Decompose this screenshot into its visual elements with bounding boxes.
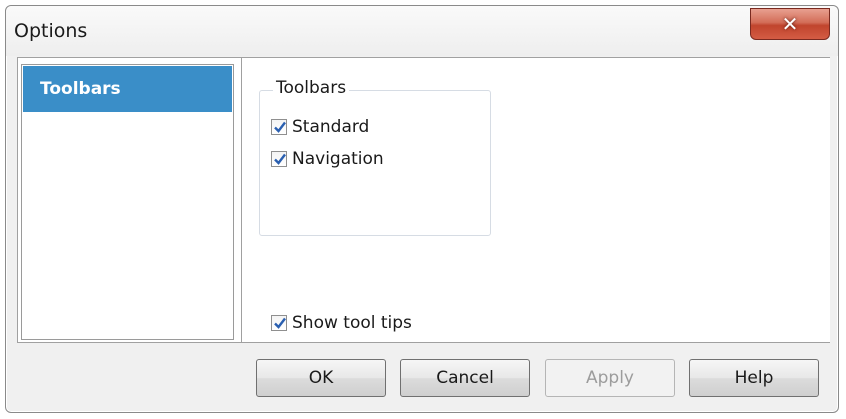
category-item-toolbars[interactable]: Toolbars	[23, 66, 232, 112]
standard-toolbar-option[interactable]: Standard	[271, 117, 369, 137]
show-tooltips-checkbox[interactable]	[271, 315, 287, 331]
standard-checkbox[interactable]	[271, 119, 287, 135]
category-item-label: Toolbars	[40, 79, 121, 99]
standard-label: Standard	[292, 117, 370, 137]
toolbars-settings-panel: Toolbars Standard Navigation Show tool t…	[241, 58, 830, 342]
show-tooltips-option[interactable]: Show tool tips	[271, 313, 412, 333]
options-dialog: Options ✕ Toolbars Toolbars Standard Nav…	[5, 5, 839, 413]
window-title: Options	[14, 20, 88, 42]
groupbox-title: Toolbars	[273, 78, 350, 98]
help-button[interactable]: Help	[689, 359, 819, 397]
checkmark-icon	[274, 317, 286, 329]
options-category-list[interactable]: Toolbars	[21, 64, 234, 340]
show-tooltips-label: Show tool tips	[292, 313, 412, 333]
checkmark-icon	[274, 153, 286, 165]
cancel-button[interactable]: Cancel	[400, 359, 530, 397]
ok-button[interactable]: OK	[256, 359, 386, 397]
dialog-client-area: Toolbars Toolbars Standard Navigation Sh…	[17, 57, 830, 343]
dialog-button-bar: OK Cancel Apply Help	[6, 344, 838, 412]
close-icon: ✕	[781, 12, 799, 36]
title-bar[interactable]: Options ✕	[6, 6, 838, 56]
close-button[interactable]: ✕	[750, 8, 830, 40]
navigation-label: Navigation	[292, 149, 384, 169]
navigation-checkbox[interactable]	[271, 151, 287, 167]
apply-button[interactable]: Apply	[545, 359, 675, 397]
navigation-toolbar-option[interactable]: Navigation	[271, 149, 384, 169]
checkmark-icon	[274, 121, 286, 133]
